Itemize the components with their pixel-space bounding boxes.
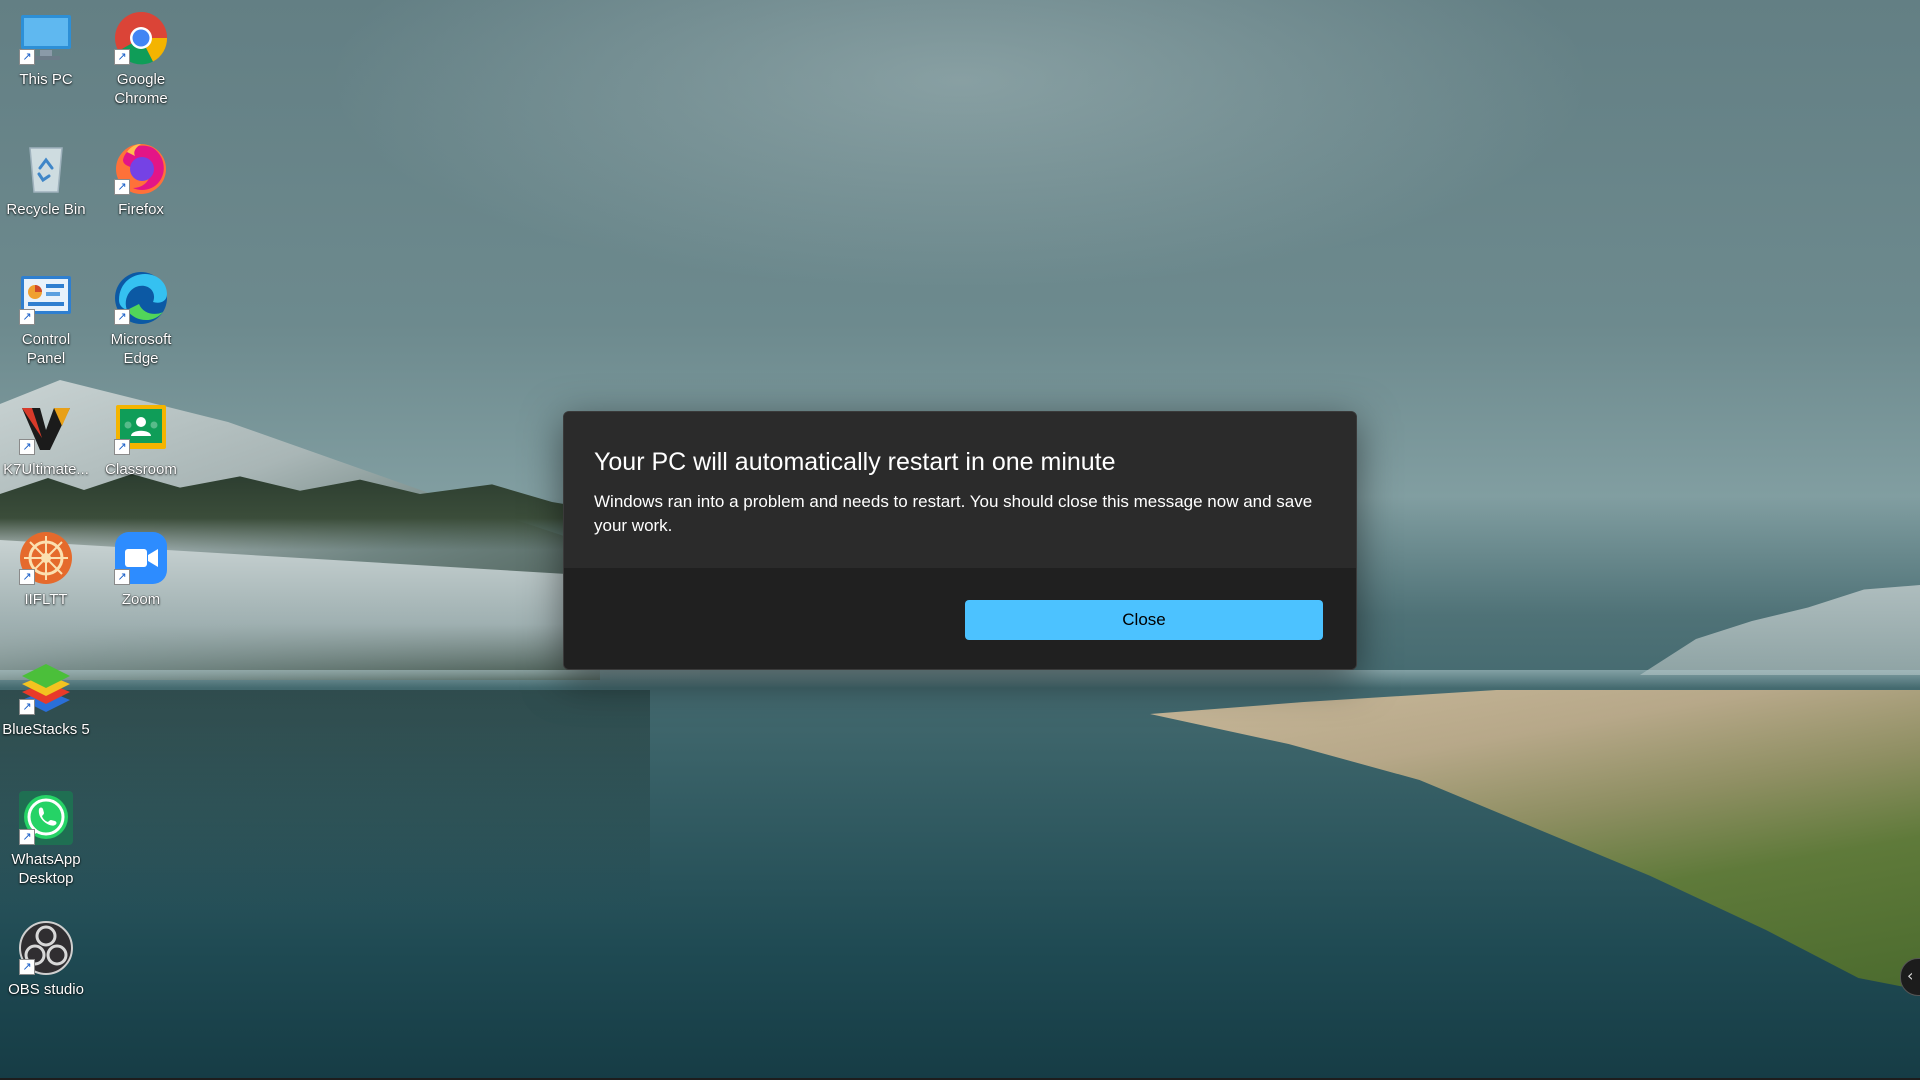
- desktop-icon-label: Classroom: [105, 461, 177, 478]
- desktop-icon-label: Zoom: [121, 591, 161, 608]
- restart-dialog: Your PC will automatically restart in on…: [563, 411, 1357, 670]
- desktop-icon-bluestacks[interactable]: ↗ BlueStacks 5: [1, 660, 91, 739]
- shortcut-arrow-icon: ↗: [114, 439, 130, 455]
- whatsapp-logo-icon: ↗: [18, 790, 74, 846]
- desktop-icon-firefox[interactable]: ↗ Firefox: [96, 140, 186, 219]
- desktop-icon-label: Microsoft Edge: [110, 331, 172, 367]
- desktop-icon-recycle-bin[interactable]: Recycle Bin: [1, 140, 91, 219]
- edge-logo-icon: ↗: [113, 270, 169, 326]
- desktop-icon-label: WhatsApp Desktop: [11, 851, 81, 887]
- desktop-icon-microsoft-edge[interactable]: ↗ Microsoft Edge: [96, 270, 186, 368]
- chrome-logo-icon: ↗: [113, 10, 169, 66]
- recycle-bin-icon: [18, 140, 74, 196]
- shortcut-arrow-icon: ↗: [19, 569, 35, 585]
- wallpaper-mountain-right: [1640, 585, 1920, 675]
- desktop-icon-iifltt[interactable]: ↗ IIFLTT: [1, 530, 91, 609]
- k7-security-icon: ↗: [18, 400, 74, 456]
- chevron-left-icon[interactable]: ‹: [1900, 958, 1920, 996]
- shortcut-arrow-icon: ↗: [114, 49, 130, 65]
- shortcut-arrow-icon: ↗: [114, 179, 130, 195]
- dialog-content: Your PC will automatically restart in on…: [564, 412, 1356, 568]
- dialog-title: Your PC will automatically restart in on…: [594, 448, 1116, 476]
- shortcut-arrow-icon: ↗: [19, 309, 35, 325]
- desktop-icon-this-pc[interactable]: ↗ This PC: [1, 10, 91, 89]
- close-button[interactable]: Close: [965, 600, 1323, 640]
- desktop-icon-obs-studio[interactable]: ↗ OBS studio: [1, 920, 91, 999]
- desktop: ↗ This PC ↗ Google Chrome Recycle Bin ↗ …: [0, 0, 1920, 1080]
- firefox-logo-icon: ↗: [113, 140, 169, 196]
- desktop-icon-control-panel[interactable]: ↗ Control Panel: [1, 270, 91, 368]
- computer-monitor-icon: ↗: [18, 10, 74, 66]
- desktop-icon-label: IIFLTT: [24, 591, 68, 608]
- shortcut-arrow-icon: ↗: [114, 309, 130, 325]
- desktop-icon-google-chrome[interactable]: ↗ Google Chrome: [96, 10, 186, 108]
- wallpaper-horizon: [0, 670, 1920, 688]
- desktop-icon-label: K7Ultimate...: [3, 461, 89, 478]
- desktop-icon-whatsapp[interactable]: ↗ WhatsApp Desktop: [1, 790, 91, 888]
- desktop-icon-label: OBS studio: [8, 981, 84, 998]
- desktop-icon-label: Firefox: [118, 201, 164, 218]
- desktop-icon-k7ultimate[interactable]: ↗ K7Ultimate...: [1, 400, 91, 479]
- zoom-logo-icon: ↗: [113, 530, 169, 586]
- desktop-icon-zoom[interactable]: ↗ Zoom: [96, 530, 186, 609]
- desktop-icon-label: BlueStacks 5: [2, 721, 90, 738]
- shortcut-arrow-icon: ↗: [114, 569, 130, 585]
- dialog-footer: Close: [564, 568, 1356, 669]
- shortcut-arrow-icon: ↗: [19, 829, 35, 845]
- control-panel-icon: ↗: [18, 270, 74, 326]
- shortcut-arrow-icon: ↗: [19, 959, 35, 975]
- desktop-icon-label: Recycle Bin: [6, 201, 86, 218]
- shortcut-arrow-icon: ↗: [19, 49, 35, 65]
- wallpaper-grass-bank: [1150, 690, 1920, 990]
- bluestacks-logo-icon: ↗: [18, 660, 74, 716]
- google-classroom-icon: ↗: [113, 400, 169, 456]
- obs-studio-icon: ↗: [18, 920, 74, 976]
- desktop-icon-label: This PC: [19, 71, 73, 88]
- wallpaper-reflection: [0, 690, 650, 910]
- desktop-icon-label: Google Chrome: [114, 71, 168, 107]
- iifltt-icon: ↗: [18, 530, 74, 586]
- shortcut-arrow-icon: ↗: [19, 439, 35, 455]
- shortcut-arrow-icon: ↗: [19, 699, 35, 715]
- desktop-icon-classroom[interactable]: ↗ Classroom: [96, 400, 186, 479]
- desktop-icon-label: Control Panel: [21, 331, 71, 367]
- dialog-message: Windows ran into a problem and needs to …: [594, 492, 1313, 535]
